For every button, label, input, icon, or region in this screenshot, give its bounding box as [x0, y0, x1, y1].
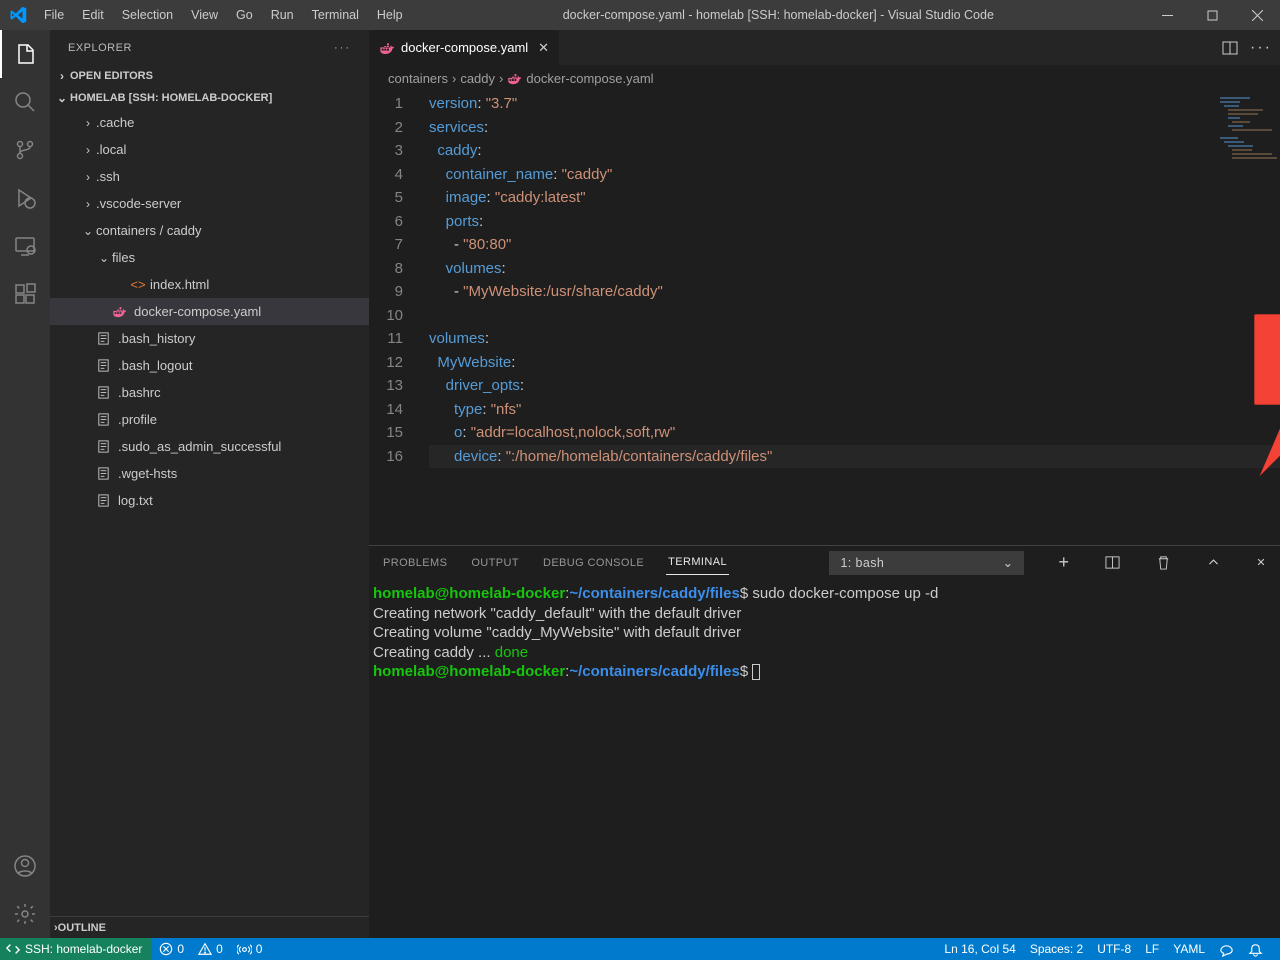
status-line-col[interactable]: Ln 16, Col 54 — [937, 942, 1022, 956]
menu-run[interactable]: Run — [262, 8, 303, 22]
explorer-icon[interactable] — [0, 30, 50, 78]
workspace-header[interactable]: ⌄HOMELAB [SSH: HOMELAB-DOCKER] — [50, 87, 369, 109]
tree-item[interactable]: .bash_logout — [50, 352, 369, 379]
close-button[interactable] — [1235, 0, 1280, 30]
editor-more-icon[interactable]: ··· — [1250, 39, 1272, 57]
panel-tab-debug-console[interactable]: DEBUG CONSOLE — [541, 557, 646, 569]
tree-item[interactable]: ›.local — [50, 136, 369, 163]
vscode-logo-icon — [0, 6, 35, 24]
tree-item[interactable]: .profile — [50, 406, 369, 433]
menu-go[interactable]: Go — [227, 8, 262, 22]
menu-view[interactable]: View — [182, 8, 227, 22]
remote-indicator[interactable]: SSH: homelab-docker — [0, 938, 152, 960]
html-icon: <> — [128, 277, 148, 292]
open-editors-header[interactable]: ›OPEN EDITORS — [50, 65, 369, 87]
window-title: docker-compose.yaml - homelab [SSH: home… — [412, 8, 1145, 22]
file-icon — [96, 331, 116, 346]
status-errors[interactable]: 0 — [152, 942, 191, 956]
file-icon — [96, 358, 116, 373]
run-debug-icon[interactable] — [0, 174, 50, 222]
minimap-preview — [1210, 92, 1280, 192]
terminal-cursor — [752, 664, 760, 680]
title-bar: File Edit Selection View Go Run Terminal… — [0, 0, 1280, 30]
tree-item[interactable]: ⌄files — [50, 244, 369, 271]
outline-header[interactable]: ›OUTLINE — [50, 916, 369, 938]
tree-item[interactable]: .bashrc — [50, 379, 369, 406]
status-bar: SSH: homelab-docker 0 0 0 Ln 16, Col 54 … — [0, 938, 1280, 960]
editor-tabs: docker-compose.yaml ✕ ··· — [369, 30, 1280, 65]
split-terminal-icon[interactable] — [1103, 555, 1122, 570]
menu-bar: File Edit Selection View Go Run Terminal… — [35, 8, 412, 22]
settings-gear-icon[interactable] — [0, 890, 50, 938]
docker-icon — [379, 40, 395, 56]
tree-item[interactable]: ⌄containers / caddy — [50, 217, 369, 244]
tree-item[interactable]: <>index.html — [50, 271, 369, 298]
status-spaces[interactable]: Spaces: 2 — [1023, 942, 1090, 956]
tab-docker-compose[interactable]: docker-compose.yaml ✕ — [369, 30, 559, 65]
panel-tab-output[interactable]: OUTPUT — [469, 557, 521, 569]
sidebar: EXPLORER ··· ›OPEN EDITORS ⌄HOMELAB [SSH… — [50, 30, 369, 938]
tree-item[interactable]: .sudo_as_admin_successful — [50, 433, 369, 460]
tree-item[interactable]: ›.cache — [50, 109, 369, 136]
status-ports[interactable]: 0 — [230, 942, 270, 957]
tree-item[interactable]: ›.ssh — [50, 163, 369, 190]
status-language[interactable]: YAML — [1166, 942, 1212, 956]
new-terminal-icon[interactable]: + — [1056, 552, 1071, 573]
status-eol[interactable]: LF — [1138, 942, 1166, 956]
annotation-callout: NFS Volume Mount Parameters — [1254, 314, 1280, 405]
tree-item[interactable]: docker-compose.yaml — [50, 298, 369, 325]
file-icon — [96, 439, 116, 454]
tab-close-icon[interactable]: ✕ — [538, 40, 549, 56]
minimap[interactable] — [1210, 92, 1280, 192]
file-icon — [96, 493, 116, 508]
source-control-icon[interactable] — [0, 126, 50, 174]
maximize-button[interactable] — [1190, 0, 1235, 30]
status-feedback-icon[interactable] — [1212, 942, 1241, 957]
status-bell-icon[interactable] — [1241, 942, 1270, 957]
chevron-down-icon: ⌄ — [1001, 555, 1016, 570]
menu-file[interactable]: File — [35, 8, 73, 22]
close-panel-icon[interactable]: ✕ — [1254, 556, 1268, 569]
breadcrumb[interactable]: containers› caddy› docker-compose.yaml — [369, 65, 1280, 92]
terminal[interactable]: homelab@homelab-docker:~/containers/cadd… — [369, 579, 1280, 938]
panel-tab-terminal[interactable]: TERMINAL — [666, 556, 729, 575]
tree-item[interactable]: .bash_history — [50, 325, 369, 352]
maximize-panel-icon[interactable] — [1205, 556, 1222, 569]
main-area: docker-compose.yaml ✕ ··· containers› ca… — [369, 30, 1280, 938]
kill-terminal-icon[interactable] — [1154, 555, 1173, 570]
menu-terminal[interactable]: Terminal — [303, 8, 368, 22]
file-icon — [96, 385, 116, 400]
explorer-more-icon[interactable]: ··· — [334, 42, 351, 54]
docker-icon — [507, 71, 522, 86]
tree-item[interactable]: .wget-hsts — [50, 460, 369, 487]
file-icon — [96, 466, 116, 481]
tree-item[interactable]: ›.vscode-server — [50, 190, 369, 217]
menu-edit[interactable]: Edit — [73, 8, 113, 22]
split-editor-icon[interactable] — [1222, 40, 1238, 56]
tree-item[interactable]: log.txt — [50, 487, 369, 514]
activity-bar — [0, 30, 50, 938]
file-tree: ›.cache›.local›.ssh›.vscode-server⌄conta… — [50, 109, 369, 514]
account-icon[interactable] — [0, 842, 50, 890]
minimize-button[interactable] — [1145, 0, 1190, 30]
status-warnings[interactable]: 0 — [191, 942, 230, 956]
extensions-icon[interactable] — [0, 270, 50, 318]
panel-tabs: PROBLEMS OUTPUT DEBUG CONSOLE TERMINAL 1… — [369, 546, 1280, 579]
remote-explorer-icon[interactable] — [0, 222, 50, 270]
menu-help[interactable]: Help — [368, 8, 412, 22]
bottom-panel: PROBLEMS OUTPUT DEBUG CONSOLE TERMINAL 1… — [369, 545, 1280, 938]
editor[interactable]: 12345678910111213141516 version: "3.7"se… — [369, 92, 1280, 545]
docker-icon — [112, 304, 132, 319]
panel-tab-problems[interactable]: PROBLEMS — [381, 557, 449, 569]
explorer-header: EXPLORER ··· — [50, 30, 369, 65]
status-encoding[interactable]: UTF-8 — [1090, 942, 1138, 956]
file-icon — [96, 412, 116, 427]
menu-selection[interactable]: Selection — [113, 8, 182, 22]
search-icon[interactable] — [0, 78, 50, 126]
terminal-selector[interactable]: 1: bash⌄ — [829, 551, 1024, 575]
